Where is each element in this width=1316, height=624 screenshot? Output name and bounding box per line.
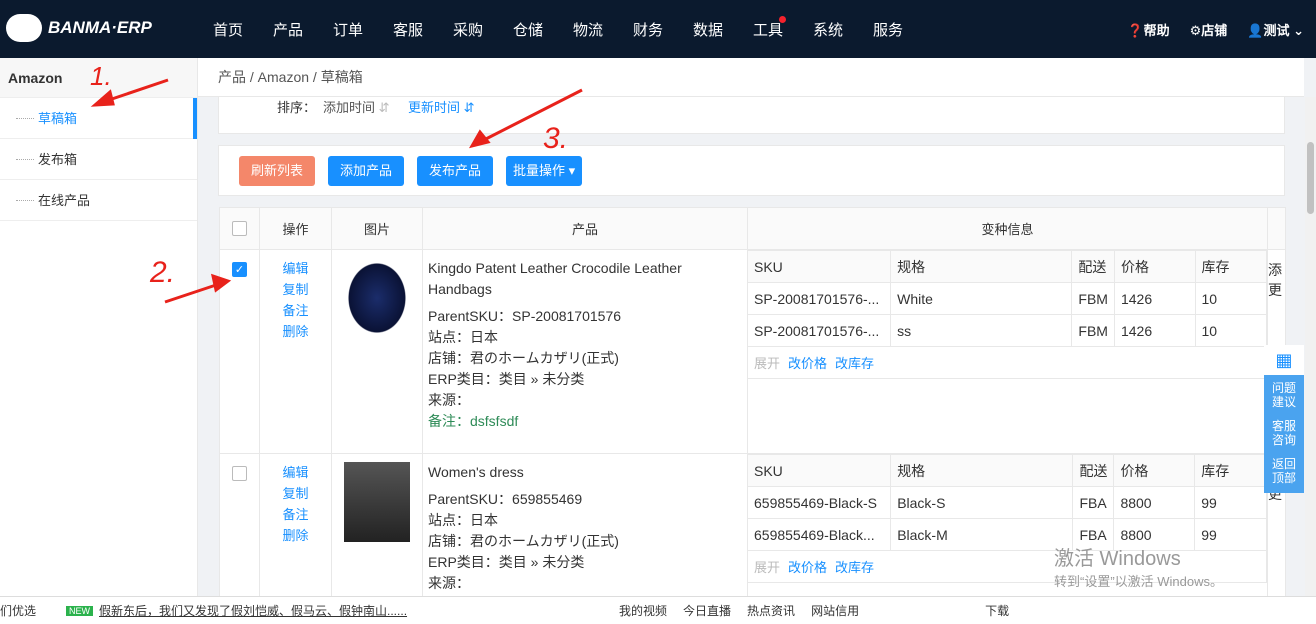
- download[interactable]: 下载: [985, 602, 1009, 619]
- taskbar-left[interactable]: 们优选: [0, 602, 36, 619]
- my-video[interactable]: 我的视频: [619, 602, 667, 619]
- live[interactable]: 今日直播: [683, 602, 731, 619]
- annotation-arrows: 1. 2. 3.: [90, 61, 583, 304]
- annotation-1: 1.: [90, 61, 112, 91]
- windows-watermark: 激活 Windows 转到“设置”以激活 Windows。: [1054, 548, 1224, 589]
- hot-news[interactable]: 热点资讯: [747, 602, 795, 619]
- new-badge: NEW: [66, 605, 94, 616]
- news-link[interactable]: 假新东后，我们又发现了假刘恺威、假马云、假钟南山......: [99, 602, 619, 619]
- site-credit[interactable]: 网站信用: [811, 602, 859, 619]
- annotation-2: 2.: [149, 256, 175, 289]
- annotation-3: 3.: [543, 122, 568, 155]
- browser-status-bar: 们优选 NEW 假新东后，我们又发现了假刘恺威、假马云、假钟南山...... 我…: [0, 596, 1316, 624]
